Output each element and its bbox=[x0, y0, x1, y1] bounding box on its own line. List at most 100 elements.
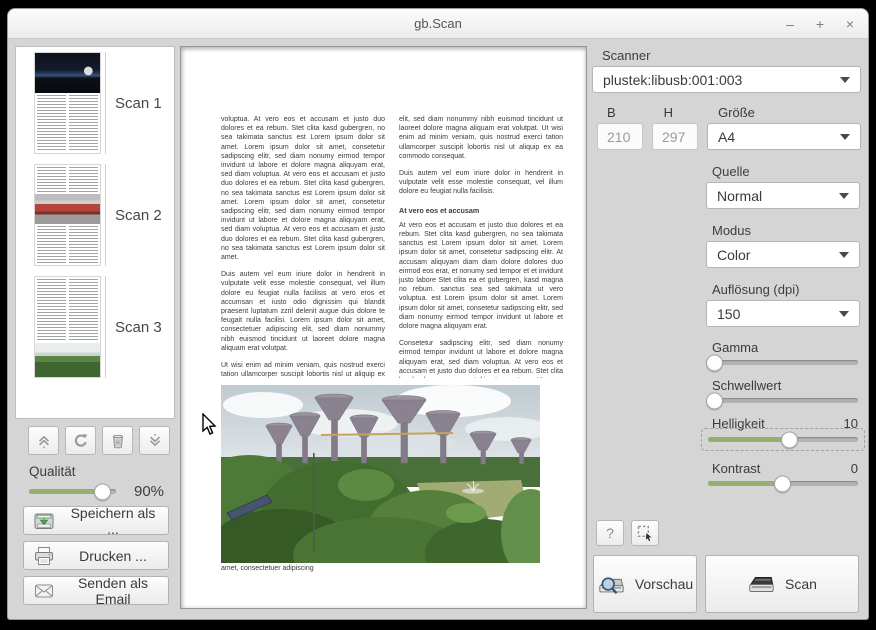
send-email-label: Senden als Email bbox=[64, 575, 168, 607]
brightness-focus-ring bbox=[701, 428, 865, 451]
mode-value: Color bbox=[717, 247, 750, 263]
maximize-button[interactable]: + bbox=[812, 16, 828, 32]
save-as-button[interactable]: Speichern als ... bbox=[23, 506, 169, 535]
email-icon bbox=[33, 582, 55, 600]
left-panel: Scan 1 bbox=[15, 46, 175, 620]
main-content: Scan 1 bbox=[8, 39, 868, 620]
document-right-column: elit, sed diam nonummy nibh euismod tinc… bbox=[399, 115, 563, 378]
resolution-select[interactable]: 150 bbox=[706, 300, 860, 327]
threshold-slider-handle[interactable] bbox=[706, 392, 723, 409]
contrast-slider-handle[interactable] bbox=[774, 475, 791, 492]
rotate-icon bbox=[72, 432, 90, 450]
thumbnail-toolbar bbox=[15, 426, 175, 455]
photo-caption: amet, consectetuer adipiscing bbox=[221, 565, 563, 572]
scan-3-thumbnail[interactable] bbox=[34, 276, 101, 378]
height-label: H bbox=[664, 105, 673, 120]
center-panel: voluptua. At vero eos et accusam et just… bbox=[180, 46, 587, 620]
move-up-button[interactable] bbox=[28, 426, 59, 455]
help-icon: ? bbox=[606, 525, 614, 541]
mode-label: Modus bbox=[712, 223, 860, 238]
size-label: Größe bbox=[718, 105, 755, 120]
source-value: Normal bbox=[717, 188, 762, 204]
source-select[interactable]: Normal bbox=[706, 182, 860, 209]
thumb-text-column bbox=[37, 167, 66, 192]
close-button[interactable]: × bbox=[842, 16, 858, 32]
document-text: voluptua. At vero eos et accusam et just… bbox=[221, 115, 563, 378]
brightness-slider[interactable] bbox=[708, 437, 858, 442]
minimize-button[interactable]: – bbox=[782, 16, 798, 32]
scan-3-label: Scan 3 bbox=[115, 319, 162, 336]
quality-value: 90% bbox=[134, 483, 164, 500]
size-select[interactable]: A4 bbox=[707, 123, 861, 150]
height-field[interactable] bbox=[652, 123, 698, 150]
scan-scanner-icon bbox=[747, 572, 775, 597]
scanner-value: plustek:libusb:001:003 bbox=[603, 72, 742, 88]
size-value: A4 bbox=[718, 129, 735, 145]
scan-1-thumbnail[interactable] bbox=[34, 52, 101, 154]
save-icon bbox=[33, 511, 55, 531]
scan-list-item-3[interactable]: Scan 3 bbox=[16, 271, 174, 383]
contrast-value: 0 bbox=[851, 461, 858, 476]
printer-icon bbox=[33, 546, 55, 566]
resolution-label: Auflösung (dpi) bbox=[712, 282, 860, 297]
document-left-column: voluptua. At vero eos et accusam et just… bbox=[221, 115, 385, 378]
move-down-button[interactable] bbox=[139, 426, 170, 455]
chevron-down-icon bbox=[839, 193, 849, 199]
gamma-slider-handle[interactable] bbox=[706, 354, 723, 371]
gamma-slider[interactable] bbox=[708, 360, 858, 365]
select-area-button[interactable] bbox=[631, 520, 659, 546]
brightness-slider-handle[interactable] bbox=[781, 431, 798, 448]
settings-panel: Scanner plustek:libusb:001:003 B H Größe… bbox=[592, 46, 861, 620]
scan-1-photo bbox=[35, 53, 100, 93]
scan-1-label: Scan 1 bbox=[115, 95, 162, 112]
resolution-value: 150 bbox=[717, 306, 740, 322]
thumb-text-column bbox=[69, 167, 98, 192]
width-field[interactable] bbox=[597, 123, 643, 150]
thumb-text-column bbox=[37, 95, 66, 151]
delete-button[interactable] bbox=[102, 426, 133, 455]
document-photo-gardens bbox=[221, 385, 540, 563]
scan-list[interactable]: Scan 1 bbox=[15, 46, 175, 419]
window-controls: – + × bbox=[782, 9, 858, 38]
scanner-select[interactable]: plustek:libusb:001:003 bbox=[592, 66, 861, 93]
quality-slider-handle[interactable] bbox=[94, 483, 111, 500]
print-button[interactable]: Drucken ... bbox=[23, 541, 169, 570]
chevron-down-icon bbox=[840, 77, 850, 83]
scan-2-label: Scan 2 bbox=[115, 207, 162, 224]
quality-slider-row: 90% bbox=[15, 483, 175, 500]
quality-slider[interactable] bbox=[29, 489, 116, 494]
scan-preview-area[interactable]: voluptua. At vero eos et accusam et just… bbox=[180, 46, 587, 609]
scan-2-thumbnail[interactable] bbox=[34, 164, 101, 266]
scan-button[interactable]: Scan bbox=[705, 555, 859, 613]
send-email-button[interactable]: Senden als Email bbox=[23, 576, 169, 605]
scan-3-photo bbox=[35, 343, 100, 377]
move-down-icon bbox=[146, 432, 164, 450]
move-up-icon bbox=[35, 432, 53, 450]
contrast-slider[interactable] bbox=[708, 481, 858, 486]
window-title: gb.Scan bbox=[414, 16, 462, 31]
threshold-slider[interactable] bbox=[708, 398, 858, 403]
chevron-down-icon bbox=[839, 252, 849, 258]
app-window: gb.Scan – + × Scan 1 bbox=[7, 8, 869, 620]
mode-select[interactable]: Color bbox=[706, 241, 860, 268]
gamma-label: Gamma bbox=[712, 340, 758, 355]
help-button[interactable]: ? bbox=[596, 520, 624, 546]
scan-list-item-1[interactable]: Scan 1 bbox=[16, 47, 174, 159]
quality-label: Qualität bbox=[29, 464, 175, 479]
thumb-text-column bbox=[69, 279, 98, 341]
thumb-text-column bbox=[37, 279, 66, 341]
threshold-label: Schwellwert bbox=[712, 378, 781, 393]
scan-list-item-2[interactable]: Scan 2 bbox=[16, 159, 174, 271]
rotate-button[interactable] bbox=[65, 426, 96, 455]
preview-button[interactable]: Vorschau bbox=[593, 555, 697, 613]
source-label: Quelle bbox=[712, 164, 860, 179]
width-label: B bbox=[607, 105, 616, 120]
mouse-cursor bbox=[201, 413, 217, 437]
thumb-text-column bbox=[69, 95, 98, 151]
scanned-page: voluptua. At vero eos et accusam et just… bbox=[181, 47, 586, 608]
title-bar[interactable]: gb.Scan – + × bbox=[8, 9, 868, 39]
scan-button-label: Scan bbox=[785, 576, 817, 592]
scanner-label: Scanner bbox=[602, 48, 861, 63]
thumb-text-column bbox=[37, 226, 66, 263]
chevron-down-icon bbox=[839, 311, 849, 317]
